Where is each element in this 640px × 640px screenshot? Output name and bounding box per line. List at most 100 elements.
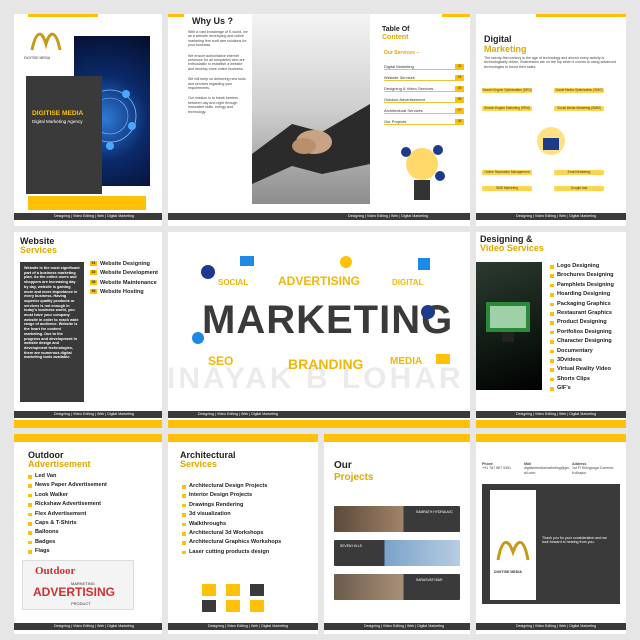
project-card-label: SARASVATI BAR [416, 578, 443, 582]
list-item: Rickshaw Advertisement [28, 500, 107, 509]
marketing-center-page: SOCIAL ADVERTISING DIGITAL MARKETING SEO… [168, 232, 470, 428]
outdoor-ad-page: Outdoor Advertisement Led Van News Paper… [14, 434, 162, 634]
toc-item-label: Architectural Services [384, 108, 423, 113]
service-chip[interactable]: Email Marketing [554, 170, 604, 175]
contact-logo-card: DIGITISE MEDIA [490, 490, 536, 600]
footer: Designing | Video Editing | Web | Digita… [168, 411, 470, 418]
cover-page: DIGITISE MEDIA DIGITISE MEDIA Digital Ma… [14, 14, 162, 226]
list-item: Shorts Clips [550, 375, 614, 384]
service-chip[interactable]: Search Engine Marketing (SEM) [482, 106, 532, 111]
project-card[interactable]: SARASVATI BAR [334, 574, 460, 600]
website-body-box: Website is the most significant part of … [20, 262, 84, 402]
toc-item[interactable]: Website Services 04 [384, 75, 464, 81]
website-subtitle: Services [20, 245, 58, 255]
list-item: Badges [28, 538, 107, 547]
projects-top-bar [324, 434, 470, 442]
item-number: 04 [90, 289, 97, 295]
contact-mail: Mail digitisemediamarketing@gmail.com [524, 462, 570, 475]
brochure-sheet: DIGITISE MEDIA DIGITISE MEDIA Digital Ma… [0, 0, 640, 640]
footer: Designing | Video Editing | Web | Digita… [14, 213, 162, 220]
service-chip[interactable]: Online Reputation Management [482, 170, 532, 175]
list-item: 3Dvideos [550, 356, 614, 365]
toc-item-num: 07 [455, 108, 464, 113]
service-chip[interactable]: Social Media Optimization (SMO) [554, 88, 604, 93]
digital-subtitle: Marketing [484, 44, 527, 54]
service-chip[interactable]: Social Media Marketing (SMM) [554, 106, 604, 111]
toc-subtitle: Content [382, 34, 409, 41]
list-item: Restaurant Graphics [550, 309, 614, 318]
contact-phone: Phone +91 787 867 9381 [482, 462, 522, 471]
designing-bottom-bar [476, 420, 626, 428]
contact-address: Address 1st Fl Shivganga Commer, Kolhapu… [572, 462, 622, 475]
toc-item[interactable]: Digital Marketing 03 [384, 64, 464, 70]
project-card-label: SAMRATH HYDRAULIC [416, 510, 453, 514]
cover-top-bar [28, 14, 98, 17]
footer: Designing | Video Editing | Web | Digita… [168, 213, 470, 220]
why-us-title: Why Us ? [192, 16, 234, 26]
list-item: Packaging Graphics [550, 300, 614, 309]
toc-item[interactable]: Architectural Services 07 [384, 108, 464, 114]
service-chip[interactable]: SMS Marketing [482, 186, 532, 191]
list-item: 01 Website Designing [90, 260, 158, 269]
project-card[interactable]: SAMRATH HYDRAULIC [334, 506, 460, 532]
address-value: 1st Fl Shivganga Commer, Kolhapur [572, 466, 615, 475]
list-item: Led Van [28, 472, 107, 481]
outdoor-service-list: Led Van News Paper Advertisement Look Wa… [28, 472, 107, 557]
why-point: We will keep on delivering new tools and… [188, 77, 246, 91]
contact-brand-name: DIGITISE MEDIA [494, 570, 522, 574]
toc-item[interactable]: Our Projects 08 [384, 119, 464, 125]
why-point: We ensure authoritative internet presenc… [188, 53, 245, 71]
toc-item[interactable]: Designing & Video Services 05 [384, 86, 464, 92]
list-item: Flex Advertisement [28, 510, 107, 519]
toc-item-num: 05 [455, 86, 464, 91]
footer: Designing | Video Editing | Web | Digita… [476, 213, 626, 220]
toc-title: Table Of [382, 26, 410, 33]
toc-item-label: Outdoor Advertisement [384, 97, 425, 102]
toc-item-num: 06 [455, 97, 464, 102]
center-bottom-bar [168, 420, 470, 428]
why-point: With a vast knowledge of E-world, we as … [188, 30, 248, 48]
service-chip[interactable]: Search Engine Optimization (SEO) [482, 88, 532, 93]
footer: Designing | Video Editing | Web | Digita… [476, 411, 626, 418]
mail-value[interactable]: digitisemediamarketing@gmail.com [524, 466, 570, 475]
outdoor-top-bar [14, 434, 162, 442]
footer: Designing | Video Editing | Web | Digita… [324, 623, 470, 630]
cover-logo [26, 26, 66, 56]
handshake-photo [252, 14, 370, 204]
list-item: Documentary [550, 347, 614, 356]
list-item: Interior Design Projects [182, 491, 281, 500]
list-item: 03 Website Maintenance [90, 279, 158, 288]
list-item: 02 Website Development [90, 269, 158, 278]
toc-item[interactable]: Outdoor Advertisement 06 [384, 97, 464, 103]
why-us-page: Why Us ? With a vast knowledge of E-worl… [168, 14, 470, 226]
website-services-page: Website Services Website is the most sig… [14, 232, 162, 428]
contact-dark-panel: DIGITISE MEDIA Thank you for your consid… [482, 484, 620, 604]
digital-intro: The twenty-first century is the age of t… [484, 56, 617, 69]
toc-item-num: 03 [455, 64, 464, 69]
list-item: Architectural Graphics Workshops [182, 538, 281, 547]
project-card-label: SEVEN HILLS [340, 544, 362, 548]
designing-video-page: Designing & Video Services Logo Designin… [476, 232, 626, 428]
arch-service-list: Architectural Design Projects Interior D… [182, 482, 281, 557]
list-item: News Paper Advertisement [28, 481, 107, 490]
toc-bar [442, 14, 470, 17]
website-service-list: 01 Website Designing 02 Website Developmen… [90, 260, 158, 298]
list-item: Look Walker [28, 491, 107, 500]
list-item: Flags [28, 547, 107, 556]
list-item: Product Designing [550, 318, 614, 327]
billboard-word-outdoor: Outdoor [35, 565, 76, 577]
contact-page: Phone +91 787 867 9381 Mail digitisemedi… [476, 434, 626, 634]
outdoor-subtitle: Advertisement [28, 459, 91, 469]
project-card[interactable]: SEVEN HILLS [334, 540, 460, 566]
footer: Designing | Video Editing | Web | Digita… [14, 623, 162, 630]
phone-value[interactable]: +91 787 867 9381 [482, 466, 522, 470]
digital-title: Digital [484, 34, 512, 44]
cover-subtitle: Digital Marketing Agency [32, 119, 83, 124]
list-item: 3d visualization [182, 510, 281, 519]
toc-item-label: Designing & Video Services [384, 86, 434, 91]
website-body: Website is the most significant part of … [24, 266, 80, 360]
list-item: Pamphlets Designing [550, 281, 614, 290]
toc-section: Table Of Content Our Services – Digital … [372, 14, 470, 214]
editing-photo [476, 262, 542, 390]
service-chip[interactable]: Google Ads [554, 186, 604, 191]
